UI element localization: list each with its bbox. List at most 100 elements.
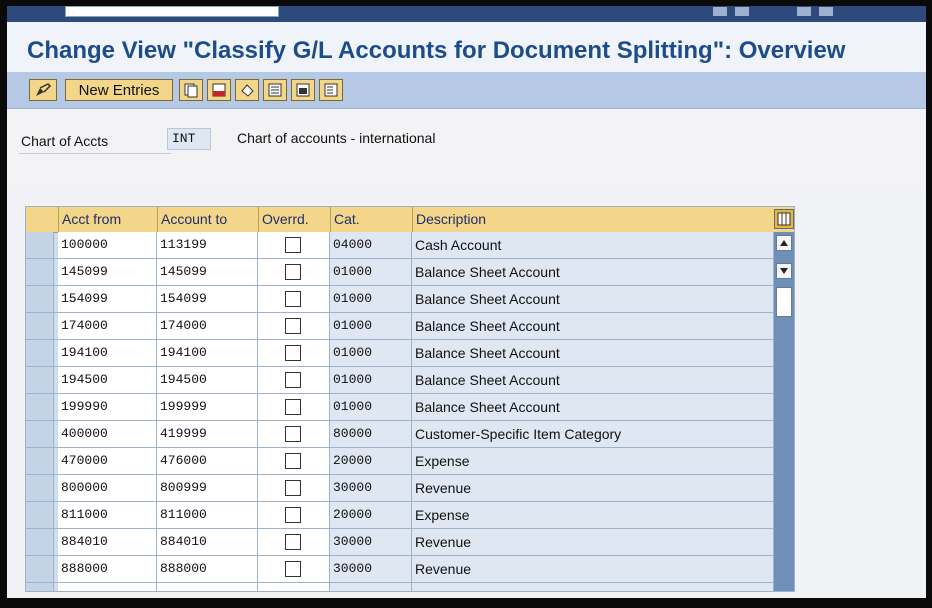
- account-to-cell[interactable]: 154099: [157, 286, 258, 312]
- column-header-override[interactable]: Overrd.: [258, 207, 330, 232]
- acct-from-cell[interactable]: 888000: [58, 556, 157, 582]
- override-cell: [258, 340, 330, 366]
- row-selector[interactable]: [26, 394, 54, 420]
- acct-from-cell[interactable]: 800000: [58, 475, 157, 501]
- acct-from-cell[interactable]: [58, 583, 157, 591]
- row-selector[interactable]: [26, 232, 54, 258]
- category-cell[interactable]: 80000: [330, 421, 412, 447]
- account-to-cell[interactable]: 174000: [157, 313, 258, 339]
- toolbar-icon[interactable]: [713, 7, 727, 16]
- scrollbar-thumb[interactable]: [776, 287, 792, 317]
- column-header-category[interactable]: Cat.: [330, 207, 412, 232]
- account-to-cell[interactable]: 419999: [157, 421, 258, 447]
- table-row: 811000 811000 20000 Expense: [26, 502, 774, 529]
- acct-from-cell[interactable]: 811000: [58, 502, 157, 528]
- undo-button[interactable]: [235, 79, 259, 101]
- acct-from-cell[interactable]: 194100: [58, 340, 157, 366]
- toolbar-icon[interactable]: [797, 7, 811, 16]
- column-header-account-to[interactable]: Account to: [157, 207, 258, 232]
- select-all-button[interactable]: [263, 79, 287, 101]
- category-cell[interactable]: 20000: [330, 448, 412, 474]
- row-selector[interactable]: [26, 502, 54, 528]
- category-cell[interactable]: [330, 583, 412, 591]
- category-cell[interactable]: 01000: [330, 367, 412, 393]
- override-checkbox[interactable]: [285, 426, 301, 442]
- category-cell[interactable]: 30000: [330, 529, 412, 555]
- override-checkbox[interactable]: [285, 345, 301, 361]
- acct-from-cell[interactable]: 145099: [58, 259, 157, 285]
- acct-from-cell[interactable]: 194500: [58, 367, 157, 393]
- account-to-cell[interactable]: 811000: [157, 502, 258, 528]
- category-cell[interactable]: 30000: [330, 475, 412, 501]
- acct-from-cell[interactable]: 884010: [58, 529, 157, 555]
- override-checkbox[interactable]: [285, 291, 301, 307]
- row-selector[interactable]: [26, 340, 54, 366]
- copy-button[interactable]: [179, 79, 203, 101]
- row-selector[interactable]: [26, 556, 54, 582]
- category-cell[interactable]: 01000: [330, 313, 412, 339]
- account-to-cell[interactable]: 884010: [157, 529, 258, 555]
- row-selector[interactable]: [26, 313, 54, 339]
- override-checkbox[interactable]: [285, 561, 301, 577]
- category-cell[interactable]: 01000: [330, 340, 412, 366]
- account-to-cell[interactable]: 476000: [157, 448, 258, 474]
- account-to-cell[interactable]: 113199: [157, 232, 258, 258]
- select-all-rows-cell[interactable]: [26, 207, 58, 232]
- description-cell: Revenue: [412, 556, 774, 582]
- row-selector[interactable]: [26, 286, 54, 312]
- row-selector[interactable]: [26, 529, 54, 555]
- category-cell[interactable]: 01000: [330, 259, 412, 285]
- account-to-cell[interactable]: 800999: [157, 475, 258, 501]
- account-to-cell[interactable]: 888000: [157, 556, 258, 582]
- acct-from-cell[interactable]: 199990: [58, 394, 157, 420]
- toolbar-icon[interactable]: [819, 7, 833, 16]
- override-checkbox[interactable]: [285, 372, 301, 388]
- override-checkbox[interactable]: [285, 264, 301, 280]
- column-header-description[interactable]: Description: [412, 207, 774, 232]
- acct-from-cell[interactable]: 154099: [58, 286, 157, 312]
- column-header-acct-from[interactable]: Acct from: [58, 207, 157, 232]
- column-settings-button[interactable]: [774, 209, 794, 229]
- category-cell[interactable]: 01000: [330, 286, 412, 312]
- description-cell: Revenue: [412, 529, 774, 555]
- select-block-button[interactable]: [291, 79, 315, 101]
- override-checkbox[interactable]: [285, 318, 301, 334]
- table-row: 800000 800999 30000 Revenue: [26, 475, 774, 502]
- override-checkbox[interactable]: [285, 453, 301, 469]
- account-to-cell[interactable]: 194500: [157, 367, 258, 393]
- scroll-down-button[interactable]: [776, 263, 792, 279]
- deselect-all-button[interactable]: [319, 79, 343, 101]
- chart-of-accounts-field[interactable]: INT: [167, 128, 211, 150]
- account-to-cell[interactable]: 194100: [157, 340, 258, 366]
- category-cell[interactable]: 20000: [330, 502, 412, 528]
- account-to-cell[interactable]: 199999: [157, 394, 258, 420]
- delete-button[interactable]: [207, 79, 231, 101]
- account-to-cell[interactable]: [157, 583, 258, 591]
- new-entries-button[interactable]: New Entries: [65, 79, 173, 101]
- vertical-scrollbar[interactable]: [774, 232, 794, 591]
- category-cell[interactable]: 01000: [330, 394, 412, 420]
- override-checkbox[interactable]: [285, 534, 301, 550]
- override-checkbox[interactable]: [285, 399, 301, 415]
- override-checkbox[interactable]: [285, 237, 301, 253]
- override-checkbox[interactable]: [285, 480, 301, 496]
- account-to-cell[interactable]: 145099: [157, 259, 258, 285]
- row-selector[interactable]: [26, 259, 54, 285]
- command-field[interactable]: [65, 6, 279, 17]
- row-selector[interactable]: [26, 421, 54, 447]
- override-checkbox[interactable]: [285, 507, 301, 523]
- category-cell[interactable]: 30000: [330, 556, 412, 582]
- acct-from-cell[interactable]: 470000: [58, 448, 157, 474]
- scroll-up-button[interactable]: [776, 235, 792, 251]
- category-cell[interactable]: 04000: [330, 232, 412, 258]
- row-selector[interactable]: [26, 448, 54, 474]
- acct-from-cell[interactable]: 100000: [58, 232, 157, 258]
- select-all-icon: [268, 83, 282, 97]
- acct-from-cell[interactable]: 400000: [58, 421, 157, 447]
- edit-button[interactable]: [29, 79, 57, 101]
- toolbar-icon[interactable]: [735, 7, 749, 16]
- row-selector[interactable]: [26, 367, 54, 393]
- row-selector[interactable]: [26, 475, 54, 501]
- row-selector[interactable]: [26, 583, 54, 591]
- acct-from-cell[interactable]: 174000: [58, 313, 157, 339]
